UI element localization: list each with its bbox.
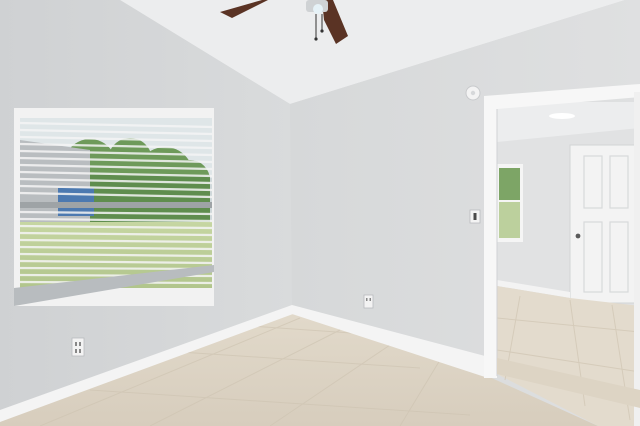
room-illustration [0, 0, 640, 426]
door-frame-left [484, 96, 497, 378]
light-switch-icon [469, 209, 481, 224]
power-outlet-right-icon [363, 294, 374, 309]
smoke-detector-icon [465, 85, 481, 101]
next-room-door [569, 144, 637, 304]
next-room-light [549, 113, 575, 119]
doorway [484, 84, 640, 426]
power-outlet-icon [71, 337, 85, 357]
door-frame-right [634, 92, 640, 426]
window [14, 108, 214, 306]
door-knob-icon [575, 233, 581, 239]
window-mullion [20, 202, 212, 208]
room-photo [0, 0, 640, 426]
